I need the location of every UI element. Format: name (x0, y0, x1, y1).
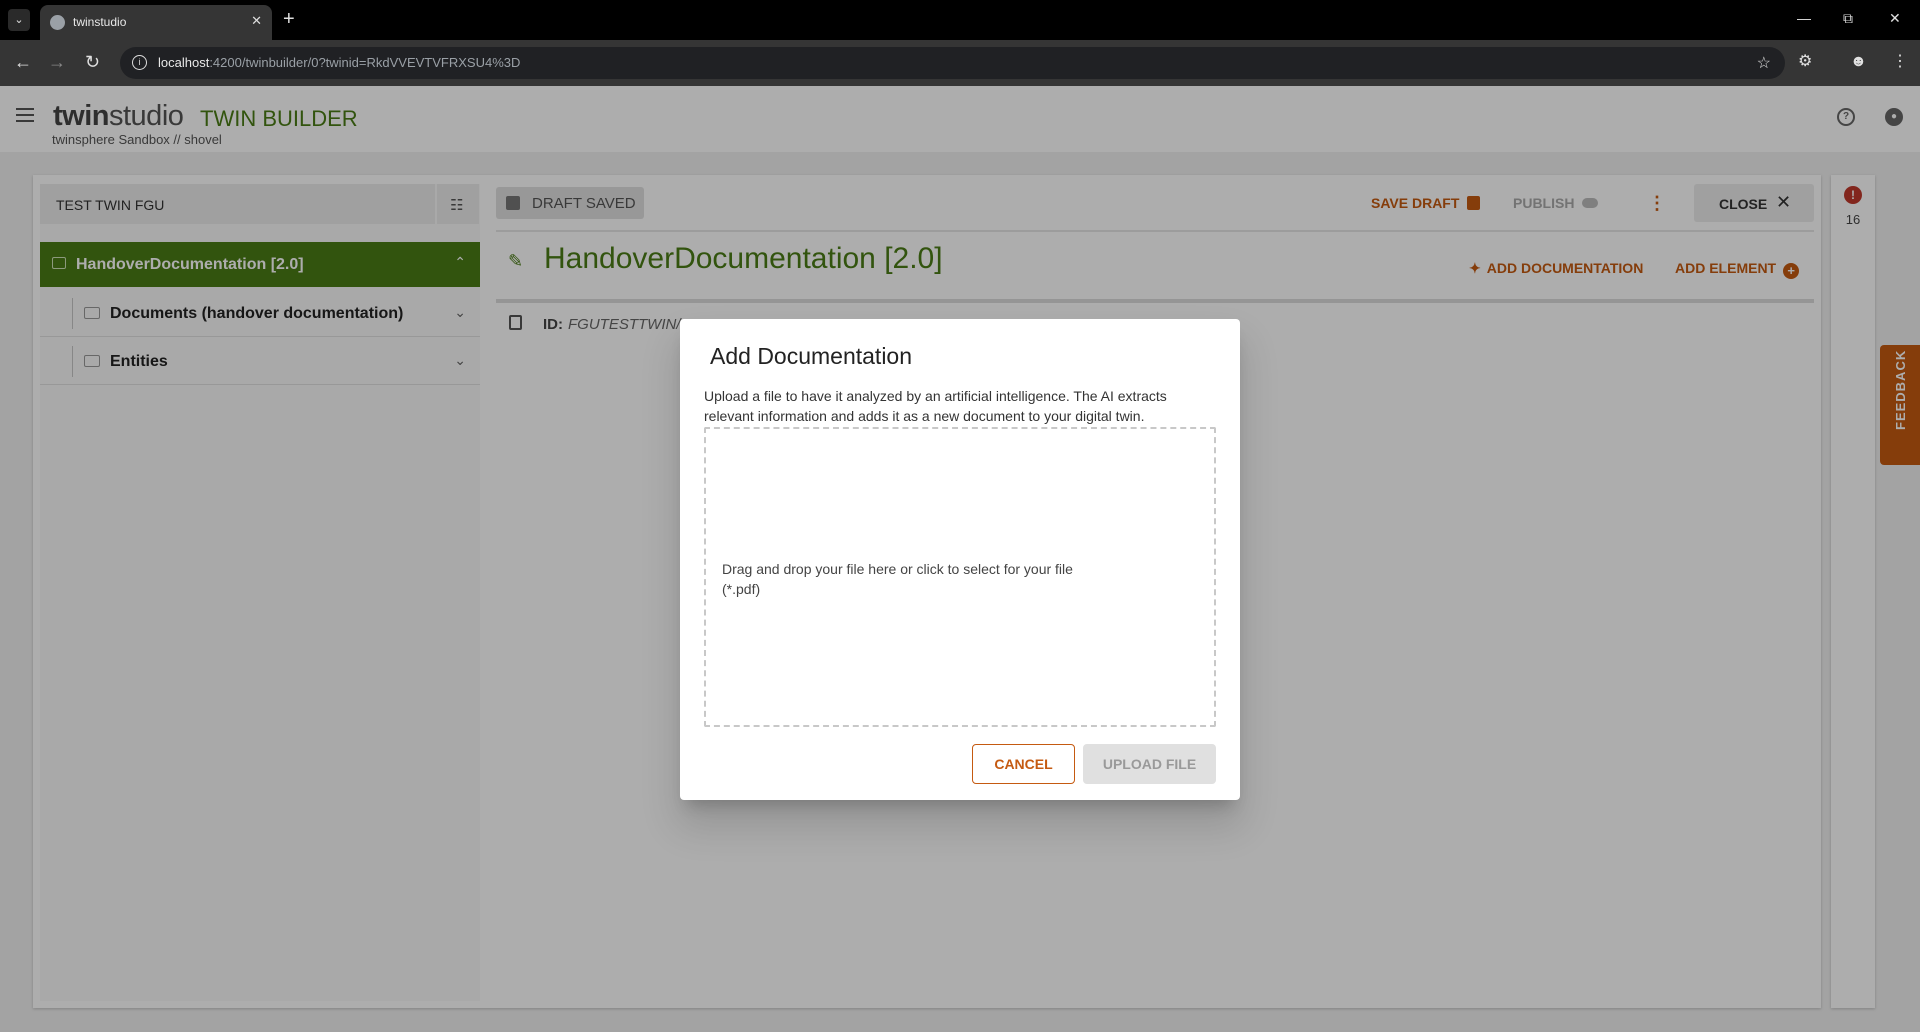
dialog-description: Upload a file to have it analyzed by an … (704, 388, 1167, 424)
extensions-icon[interactable]: ⚙ (1798, 52, 1812, 72)
site-info-icon[interactable]: i (132, 55, 147, 70)
upload-file-button[interactable]: UPLOAD FILE (1083, 744, 1216, 784)
new-tab-icon[interactable]: + (283, 8, 295, 30)
browser-tab-strip: ⌄ twinstudio ✕ + — ⧉ ✕ (0, 0, 1920, 40)
chrome-menu-icon[interactable]: ⋮ (1892, 52, 1908, 72)
forward-icon[interactable]: → (48, 52, 66, 72)
address-bar[interactable]: i localhost:4200/twinbuilder/0?twinid=Rk… (120, 47, 1785, 79)
window-close-icon[interactable]: ✕ (1889, 10, 1901, 27)
reload-icon[interactable]: ↻ (85, 52, 100, 72)
cancel-button[interactable]: CANCEL (972, 744, 1075, 784)
add-documentation-dialog: Add Documentation Upload a file to have … (680, 319, 1240, 800)
url-text[interactable]: localhost:4200/twinbuilder/0?twinid=RkdV… (158, 55, 520, 70)
browser-tab[interactable]: twinstudio ✕ (40, 5, 272, 40)
tab-title: twinstudio (73, 15, 127, 29)
bookmark-star-icon[interactable]: ☆ (1757, 53, 1771, 73)
favicon-icon (50, 15, 65, 30)
restore-icon[interactable]: ⧉ (1843, 10, 1853, 27)
close-tab-icon[interactable]: ✕ (251, 13, 262, 29)
minimize-icon[interactable]: — (1797, 10, 1811, 26)
browser-toolbar: ← → ↻ i localhost:4200/twinbuilder/0?twi… (0, 40, 1920, 86)
dialog-title: Add Documentation (710, 343, 913, 369)
tab-search-chevron-icon[interactable]: ⌄ (8, 9, 30, 31)
dropzone-text: Drag and drop your file here or click to… (722, 561, 1073, 597)
profile-icon[interactable]: ☻ (1850, 52, 1867, 72)
back-icon[interactable]: ← (14, 52, 32, 72)
file-dropzone[interactable]: Drag and drop your file here or click to… (704, 427, 1216, 727)
